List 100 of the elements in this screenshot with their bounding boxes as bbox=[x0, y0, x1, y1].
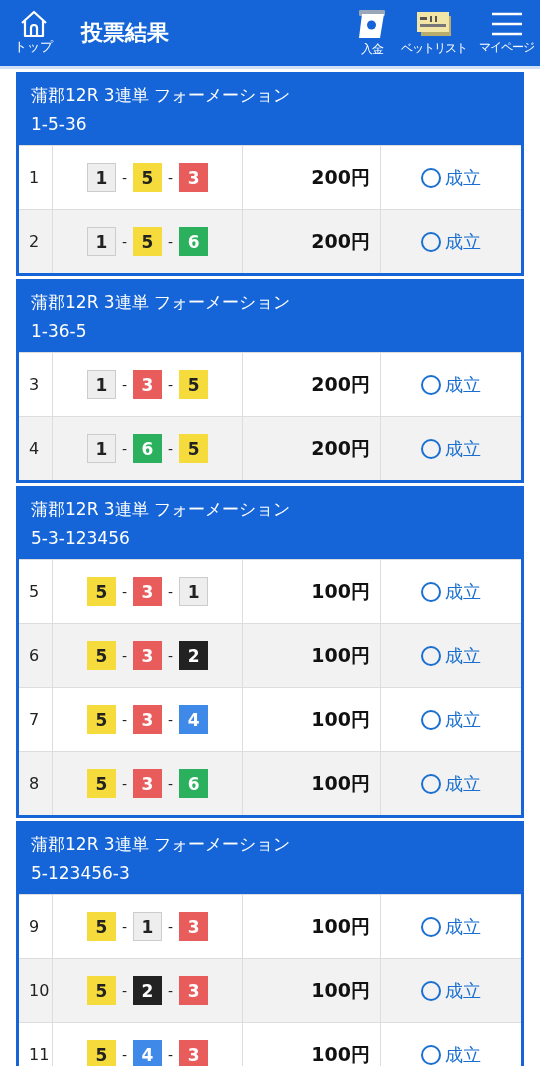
boat-number: 5 bbox=[86, 769, 116, 798]
betlist-button[interactable]: ベットリスト bbox=[395, 9, 473, 57]
circle-icon bbox=[421, 980, 441, 1001]
boat-number: 3 bbox=[133, 370, 162, 399]
row-number: 4 bbox=[28, 439, 40, 458]
row-number: 5 bbox=[28, 582, 40, 601]
boat-number: 1 bbox=[86, 434, 116, 463]
boat-number: 5 bbox=[179, 370, 209, 399]
dash: - bbox=[168, 169, 174, 186]
status-text: 成立 bbox=[445, 229, 481, 254]
circle-icon bbox=[421, 773, 441, 794]
boat-number: 1 bbox=[86, 163, 116, 192]
circle-icon bbox=[421, 916, 441, 937]
bet-title: 蒲郡12R 3連単 フォーメーション bbox=[31, 833, 292, 856]
dash: - bbox=[121, 583, 127, 600]
status-text: 成立 bbox=[445, 579, 481, 604]
menu-icon bbox=[490, 10, 523, 37]
bet-combination-text: 5-3-123456 bbox=[31, 527, 131, 550]
circle-icon bbox=[421, 645, 441, 666]
deposit-button[interactable]: 入金 bbox=[349, 8, 395, 58]
status-text: 成立 bbox=[445, 978, 481, 1003]
status-text: 成立 bbox=[445, 707, 481, 732]
boat-number: 2 bbox=[179, 641, 209, 670]
boat-number: 5 bbox=[86, 912, 116, 941]
row-number: 10 bbox=[28, 981, 50, 1000]
ticket-icon bbox=[415, 9, 453, 38]
dash: - bbox=[168, 647, 174, 664]
bet-amount: 200円 bbox=[311, 371, 370, 397]
status-text: 成立 bbox=[445, 372, 481, 397]
dash: - bbox=[121, 169, 127, 186]
circle-icon bbox=[421, 167, 441, 188]
status-text: 成立 bbox=[445, 914, 481, 939]
bet-amount: 200円 bbox=[311, 435, 370, 461]
dash: - bbox=[168, 440, 174, 457]
status-text: 成立 bbox=[445, 771, 481, 796]
bet-title: 蒲郡12R 3連単 フォーメーション bbox=[31, 84, 292, 107]
dash: - bbox=[168, 982, 174, 999]
dash: - bbox=[121, 711, 127, 728]
row-number: 8 bbox=[28, 774, 40, 793]
circle-icon bbox=[421, 438, 441, 459]
boat-number: 3 bbox=[133, 705, 162, 734]
dash: - bbox=[121, 376, 127, 393]
home-button[interactable]: トップ bbox=[14, 10, 53, 56]
boat-number: 3 bbox=[179, 1040, 209, 1066]
row-number: 2 bbox=[28, 232, 40, 251]
bet-title: 蒲郡12R 3連単 フォーメーション bbox=[31, 498, 292, 521]
dash: - bbox=[168, 583, 174, 600]
bet-combination-text: 1-5-36 bbox=[31, 113, 88, 136]
boat-number: 5 bbox=[86, 641, 116, 670]
boat-number: 5 bbox=[86, 976, 116, 1005]
page-title: 投票結果 bbox=[81, 19, 170, 47]
dash: - bbox=[168, 711, 174, 728]
dash: - bbox=[168, 233, 174, 250]
boat-number: 4 bbox=[179, 705, 209, 734]
boat-number: 3 bbox=[133, 641, 162, 670]
boat-number: 5 bbox=[86, 577, 116, 606]
status-text: 成立 bbox=[445, 1042, 481, 1066]
bet-amount: 200円 bbox=[311, 164, 370, 190]
menu-button[interactable]: マイページ bbox=[473, 10, 540, 56]
boat-number: 3 bbox=[179, 912, 209, 941]
bet-amount: 100円 bbox=[311, 770, 370, 796]
circle-icon bbox=[421, 1044, 441, 1065]
bet-amount: 200円 bbox=[311, 228, 370, 254]
dash: - bbox=[121, 233, 127, 250]
boat-number: 5 bbox=[86, 1040, 116, 1066]
dash: - bbox=[121, 775, 127, 792]
boat-number: 5 bbox=[86, 705, 116, 734]
dash: - bbox=[168, 775, 174, 792]
row-number: 11 bbox=[28, 1045, 50, 1064]
boat-number: 5 bbox=[133, 163, 162, 192]
dash: - bbox=[168, 376, 174, 393]
boat-number: 3 bbox=[179, 163, 209, 192]
dash: - bbox=[168, 1046, 174, 1063]
bet-amount: 100円 bbox=[311, 913, 370, 939]
bet-amount: 100円 bbox=[311, 706, 370, 732]
boat-number: 1 bbox=[86, 370, 116, 399]
bet-amount: 100円 bbox=[311, 578, 370, 604]
dash: - bbox=[121, 1046, 127, 1063]
status-text: 成立 bbox=[445, 643, 481, 668]
boat-number: 4 bbox=[133, 1040, 162, 1066]
dash: - bbox=[121, 918, 127, 935]
status-text: 成立 bbox=[445, 436, 481, 461]
bet-title: 蒲郡12R 3連単 フォーメーション bbox=[31, 291, 292, 314]
boat-number: 1 bbox=[86, 227, 116, 256]
dash: - bbox=[121, 982, 127, 999]
bet-amount: 100円 bbox=[311, 1041, 370, 1066]
dash: - bbox=[168, 918, 174, 935]
dash: - bbox=[121, 647, 127, 664]
row-number: 3 bbox=[28, 375, 40, 394]
boat-number: 1 bbox=[133, 912, 162, 941]
row-number: 7 bbox=[28, 710, 40, 729]
boat-number: 3 bbox=[133, 769, 162, 798]
boat-number: 3 bbox=[133, 577, 162, 606]
boat-number: 5 bbox=[179, 434, 209, 463]
circle-icon bbox=[421, 231, 441, 252]
boat-number: 1 bbox=[179, 577, 209, 606]
dash: - bbox=[121, 440, 127, 457]
status-text: 成立 bbox=[445, 165, 481, 190]
boat-number: 3 bbox=[179, 976, 209, 1005]
boat-number: 2 bbox=[133, 976, 162, 1005]
